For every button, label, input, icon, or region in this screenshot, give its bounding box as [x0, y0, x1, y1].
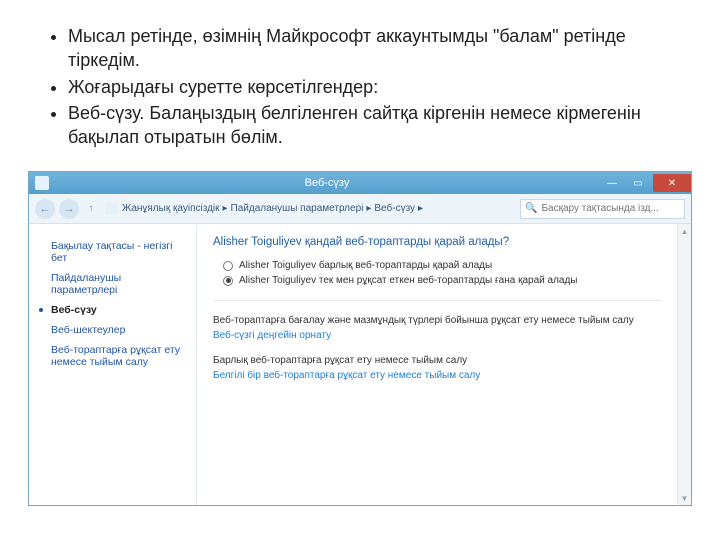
toolbar: ← → ↑ Жанұялық қауіпсіздік ▸ Пайдаланушы…	[29, 194, 691, 224]
radio-row-allowed[interactable]: Alisher Toiguliyev тек мен рұқсат еткен …	[213, 273, 661, 288]
forward-button[interactable]: →	[59, 199, 79, 219]
chevron-right-icon: ▸	[366, 203, 371, 214]
allow-block-sites-link[interactable]: Белгілі бір веб-тораптарға рұқсат ету не…	[213, 370, 661, 381]
app-window: Веб-сүзу — ▭ ✕ ← → ↑ Жанұялық қауіпсізді…	[28, 171, 692, 506]
crumb-1[interactable]: Жанұялық қауіпсіздік	[122, 203, 220, 214]
radio-icon[interactable]	[223, 276, 233, 286]
sidebar: Бақылау тақтасы - негізгі бет Пайдалануш…	[29, 224, 197, 505]
radio-icon[interactable]	[223, 261, 233, 271]
minimize-button[interactable]: —	[599, 174, 625, 192]
bullet-2: Жоғарыдағы суретте көрсетілгендер:	[68, 75, 670, 99]
up-button[interactable]: ↑	[83, 201, 99, 217]
scroll-down-icon[interactable]: ▼	[678, 491, 691, 505]
section-all-sites: Барлық веб-тораптарға рұқсат ету немесе …	[213, 355, 661, 381]
radio-label-all: Alisher Toiguliyev барлық веб-тораптарды…	[239, 260, 492, 271]
window-controls: — ▭ ✕	[599, 174, 691, 192]
sidebar-item-web-filter[interactable]: Веб-сүзу	[43, 300, 188, 320]
chevron-right-icon: ▸	[223, 203, 228, 214]
divider	[213, 300, 661, 301]
sidebar-item-user-params[interactable]: Пайдаланушы параметрлері	[43, 268, 188, 300]
content-heading: Alisher Toiguliyev қандай веб-тораптарды…	[213, 236, 661, 248]
bullet-1: Мысал ретінде, өзімнің Майкрософт аккаун…	[68, 24, 670, 73]
sidebar-item-dashboard[interactable]: Бақылау тақтасы - негізгі бет	[43, 236, 188, 268]
content-pane: Alisher Toiguliyev қандай веб-тораптарды…	[197, 224, 677, 505]
set-filter-level-link[interactable]: Веб-сүзгі деңгейін орнату	[213, 330, 661, 341]
radio-label-allowed: Alisher Toiguliyev тек мен рұқсат еткен …	[239, 275, 577, 286]
radio-row-all[interactable]: Alisher Toiguliyev барлық веб-тораптарды…	[213, 258, 661, 273]
scroll-track[interactable]	[678, 238, 691, 491]
section-rating: Веб-тораптарға бағалау және мазмұндық тү…	[213, 315, 661, 341]
scrollbar[interactable]: ▲ ▼	[677, 224, 691, 505]
titlebar: Веб-сүзу — ▭ ✕	[29, 172, 691, 194]
window-title: Веб-сүзу	[55, 177, 599, 189]
body-area: Бақылау тақтасы - негізгі бет Пайдалануш…	[29, 224, 691, 505]
crumb-2[interactable]: Пайдаланушы параметрлері	[231, 203, 364, 214]
shield-icon	[105, 203, 117, 215]
breadcrumb[interactable]: Жанұялық қауіпсіздік ▸ Пайдаланушы парам…	[103, 203, 516, 215]
search-icon: 🔍	[525, 203, 537, 214]
scroll-up-icon[interactable]: ▲	[678, 224, 691, 238]
sidebar-item-web-limits[interactable]: Веб-шектеулер	[43, 320, 188, 340]
back-button[interactable]: ←	[35, 199, 55, 219]
maximize-button[interactable]: ▭	[625, 174, 651, 192]
sidebar-item-allow-block[interactable]: Веб-тораптарға рұқсат ету немесе тыйым с…	[43, 340, 188, 372]
search-box[interactable]: 🔍	[520, 199, 685, 219]
section-label: Веб-тораптарға бағалау және мазмұндық тү…	[213, 315, 661, 326]
chevron-right-icon: ▸	[418, 203, 423, 214]
search-input[interactable]	[541, 203, 680, 214]
bullet-3: Веб-сүзу. Балаңыздың белгіленген сайтқа …	[68, 101, 670, 150]
close-button[interactable]: ✕	[653, 174, 691, 192]
slide-bullets: Мысал ретінде, өзімнің Майкрософт аккаун…	[0, 0, 720, 165]
app-icon	[35, 176, 49, 190]
section-label: Барлық веб-тораптарға рұқсат ету немесе …	[213, 355, 661, 366]
crumb-3[interactable]: Веб-сүзу	[374, 203, 415, 214]
